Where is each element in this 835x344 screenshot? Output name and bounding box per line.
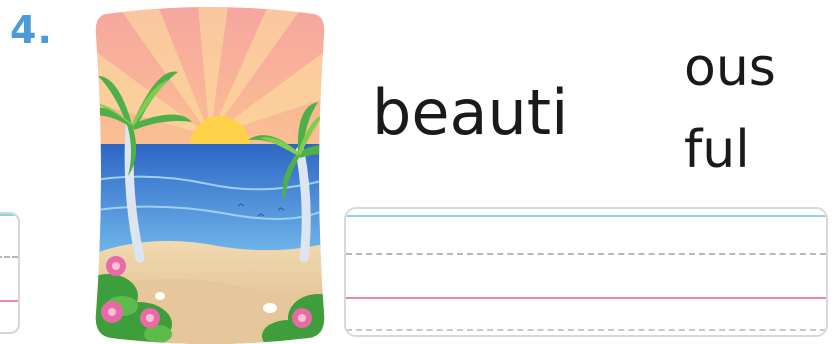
guide-line-base [346,297,826,299]
beach-sunset-picture [95,7,325,344]
question-number: 4. [10,8,53,52]
suffix-option-ous[interactable]: ous [684,38,776,98]
guide-line-mid [0,256,18,258]
guide-line-descender [346,329,826,331]
previous-writing-box [0,212,20,334]
guide-line-top [346,215,826,217]
guide-line-top [0,214,18,216]
word-start: beauti [372,76,569,149]
suffix-option-ful[interactable]: ful [684,120,750,180]
guide-line-mid [346,253,826,255]
handwriting-answer-box[interactable] [344,207,828,337]
guide-line-base [0,300,18,302]
